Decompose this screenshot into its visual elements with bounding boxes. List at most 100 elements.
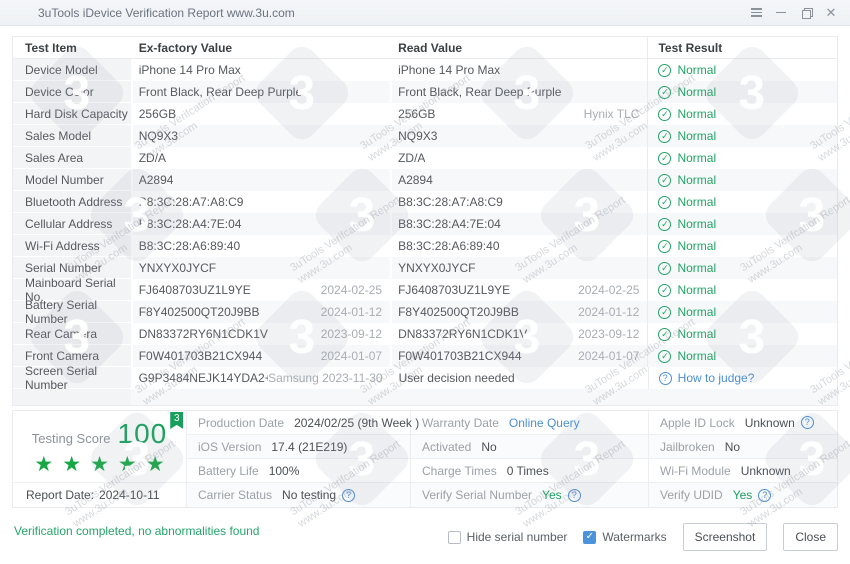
table-row: Bluetooth Address B8:3C:28:A7:A8:C9 B8:3… xyxy=(13,191,837,213)
test-result: ✓ Normal xyxy=(658,349,716,363)
test-result: ✓ Normal xyxy=(658,283,716,297)
summary-panel: Testing Score 100 3 ★ ★ ★ ★ ★ Report Date: 2… xyxy=(12,410,838,508)
table-row: Battery Serial Number F8Y402500QT20J9BB … xyxy=(13,298,837,326)
help-icon[interactable]: ? xyxy=(800,416,814,429)
ex-factory-note: Samsung 2023-11-30 xyxy=(268,371,383,385)
table-row: Sales Model NQ9X3 NQ9X3 ✓ Normal xyxy=(13,125,837,147)
test-result-cell: ✓ Normal xyxy=(648,213,837,235)
table-row: Screen Serial Number G9P3484NEJK14YDA2+A… xyxy=(13,364,837,392)
ex-factory-value: F8Y402500QT20J9BB xyxy=(138,305,260,319)
restore-icon[interactable] xyxy=(799,6,813,20)
watermarks-checkbox[interactable]: ✓ xyxy=(583,530,597,544)
check-circle-icon: ✓ xyxy=(658,349,672,363)
read-value: B8:3C:28:A6:89:40 xyxy=(398,239,500,253)
ex-factory-value: 256GB xyxy=(138,107,177,121)
read-value-cell: B8:3C:28:A7:A8:C9 xyxy=(392,191,647,213)
test-result[interactable]: ? How to judge? xyxy=(658,371,754,385)
info-value-text: Online Query xyxy=(508,415,580,430)
ex-factory-value: FJ6408703UZ1L9YE xyxy=(138,283,251,297)
read-value: DN83372RY6N1CDK1V xyxy=(398,327,528,341)
screenshot-button[interactable]: Screenshot xyxy=(682,523,768,551)
titlebar: 3uTools iDevice Verification Report www.… xyxy=(0,0,850,26)
star-icon: ★ xyxy=(117,453,137,476)
test-result-text: Normal xyxy=(677,151,717,165)
test-result-cell: ✓ Normal xyxy=(648,191,837,213)
watermarks-group: ✓ Watermarks xyxy=(583,530,667,544)
info-label: Apple ID Lock xyxy=(660,415,735,430)
ex-factory-cell: B8:3C:28:A7:A8:C9 xyxy=(133,191,390,213)
read-value: B8:3C:28:A4:7E:04 xyxy=(398,217,501,231)
table-row: Device Model iPhone 14 Pro Max iPhone 14… xyxy=(13,59,837,81)
ex-factory-cell: DN83372RY6N1CDK1V 2023-09-12 xyxy=(133,323,390,345)
test-result-text: Normal xyxy=(677,261,717,275)
hide-serial-label: Hide serial number xyxy=(466,530,568,544)
read-value: B8:3C:28:A7:A8:C9 xyxy=(398,195,503,209)
info-value-text: No xyxy=(724,439,741,454)
info-label: Charge Times xyxy=(422,463,497,478)
info-value: No xyxy=(481,440,496,454)
test-result-cell: ✓ Normal xyxy=(648,103,837,125)
test-result-text: Normal xyxy=(677,85,717,99)
hide-serial-checkbox[interactable] xyxy=(447,530,461,544)
help-icon[interactable]: ? xyxy=(567,488,581,502)
ex-factory-note: 2024-01-12 xyxy=(320,305,383,319)
ex-factory-note: 2023-09-12 xyxy=(320,327,383,341)
read-value-cell: A2894 xyxy=(392,169,648,191)
menu-icon[interactable] xyxy=(749,6,763,20)
read-value-cell: iPhone 14 Pro Max xyxy=(392,59,647,81)
score-badge-icon: 3 xyxy=(170,412,184,429)
read-value-note: 2023-09-12 xyxy=(578,327,640,341)
test-result: ✓ Normal xyxy=(658,327,716,341)
check-circle-icon: ✓ xyxy=(658,283,672,297)
test-result-cell: ✓ Normal xyxy=(648,279,837,301)
star-icon: ★ xyxy=(34,453,54,476)
read-value-cell: ZD/A xyxy=(392,147,647,169)
read-value-cell: User decision needed xyxy=(393,367,648,389)
ex-factory-cell: 256GB xyxy=(133,103,390,125)
read-value-cell: F8Y402500QT20J9BB 2024-01-12 xyxy=(392,301,648,323)
test-item-label: Battery Serial Number xyxy=(13,298,131,326)
column-header-ex-factory: Ex-factory Value xyxy=(138,40,233,55)
hide-serial-group: Hide serial number xyxy=(447,530,568,544)
check-circle-icon: ✓ xyxy=(658,107,672,121)
ex-factory-value: A2894 xyxy=(138,173,174,187)
check-circle-icon: ✓ xyxy=(658,129,672,143)
info-value[interactable]: Online Query xyxy=(509,416,580,430)
read-value-cell: NQ9X3 xyxy=(392,125,648,147)
summary-info-cell: Charge Times 0 Times xyxy=(411,459,649,483)
close-button[interactable]: Close xyxy=(783,523,838,551)
test-result-text: Normal xyxy=(677,283,717,297)
star-icon: ★ xyxy=(62,453,82,476)
check-circle-icon: ✓ xyxy=(658,195,672,209)
test-result-cell: ✓ Normal xyxy=(648,81,837,103)
test-item-label: Sales Model xyxy=(13,125,131,147)
test-result-text: Normal xyxy=(677,195,717,209)
summary-info-cell: Jailbroken No xyxy=(649,435,837,459)
help-icon[interactable]: ? xyxy=(342,488,356,502)
info-value: 17.4 (21E219) xyxy=(271,440,347,454)
read-value-cell: B8:3C:28:A6:89:40 xyxy=(392,235,647,257)
help-icon[interactable]: ? xyxy=(758,488,772,502)
info-label: Wi-Fi Module xyxy=(660,463,731,478)
test-result-cell: ✓ Normal xyxy=(648,257,837,279)
verification-table: Test Item Ex-factory Value Read Value Te… xyxy=(12,36,838,406)
info-value: 0 Times xyxy=(507,464,549,478)
info-label: Verify UDID xyxy=(660,488,723,502)
close-icon[interactable]: ✕ xyxy=(824,6,838,20)
info-label: Battery Life xyxy=(198,463,259,478)
test-result-text: Normal xyxy=(677,327,717,341)
check-circle-icon: ✓ xyxy=(658,217,672,231)
summary-info-cell: Apple ID Lock Unknown ? xyxy=(649,411,837,435)
read-value-cell: FJ6408703UZ1L9YE 2024-02-25 xyxy=(392,279,647,301)
read-value: FJ6408703UZ1L9YE xyxy=(398,283,511,297)
test-result: ✓ Normal xyxy=(658,239,716,253)
ex-factory-cell: ZD/A xyxy=(133,147,390,169)
test-result-cell: ✓ Normal xyxy=(648,147,837,169)
minimize-icon[interactable] xyxy=(774,6,788,20)
info-value-text: 0 Times xyxy=(506,463,549,478)
read-value: iPhone 14 Pro Max xyxy=(398,63,501,77)
check-circle-icon: ✓ xyxy=(658,327,672,341)
ex-factory-cell: FJ6408703UZ1L9YE 2024-02-25 xyxy=(133,279,390,301)
read-value-note: 2024-01-12 xyxy=(578,305,640,319)
read-value-note: 2024-02-25 xyxy=(578,283,640,297)
